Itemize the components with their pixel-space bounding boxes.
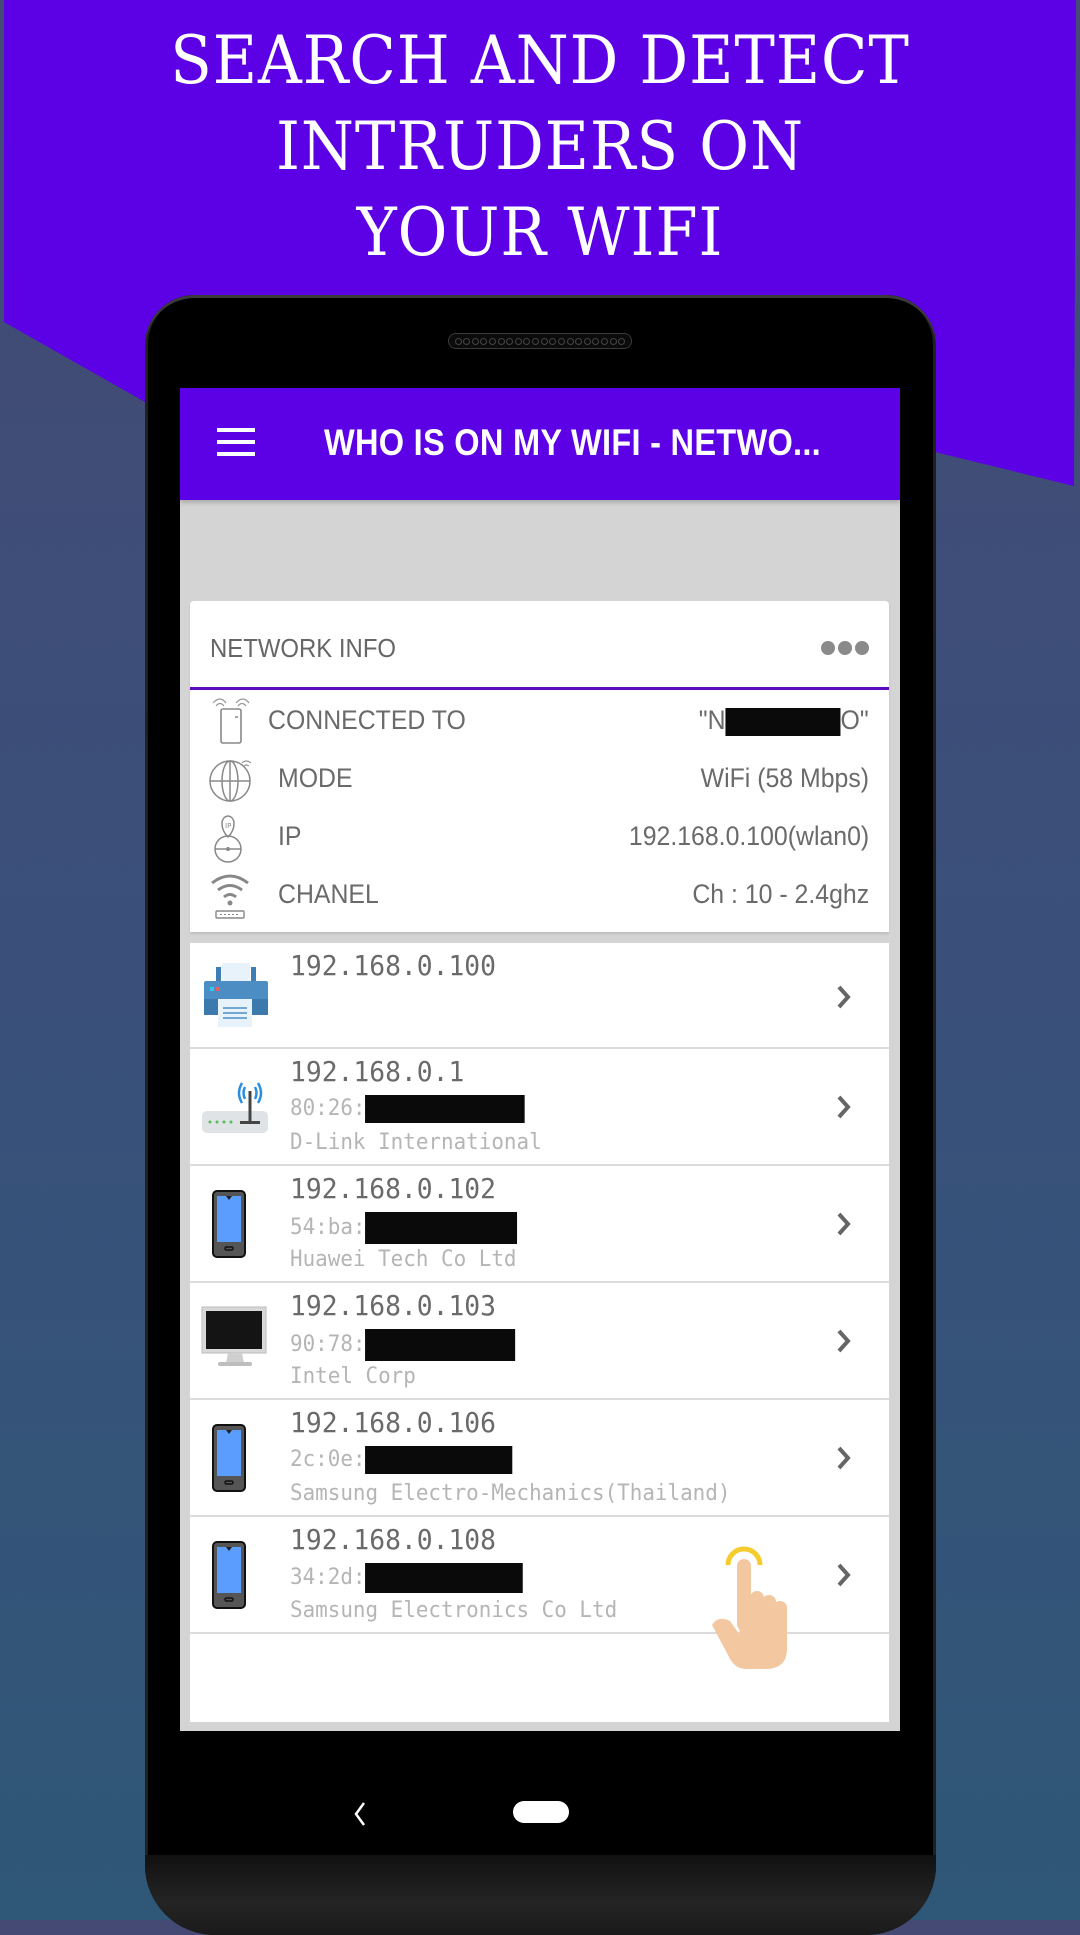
ssid-suffix: O" — [840, 705, 869, 735]
mac-prefix: 54:ba: — [290, 1215, 366, 1240]
info-row-ip: IP IP 192.168.0.100(wlan0) — [190, 809, 889, 865]
device-mac: 54:ba: — [290, 1212, 518, 1244]
device-row[interactable]: 192.168.0.100 — [190, 943, 889, 1049]
device-vendor: Samsung Electronics Co Ltd — [290, 1598, 618, 1623]
network-info-card: NETWORK INFO CONNECTED TO "N O" MODE WiF… — [190, 601, 889, 932]
wifi-router-icon — [211, 874, 249, 919]
more-horizontal-icon[interactable] — [821, 641, 871, 657]
device-mac: 90:78: — [290, 1329, 516, 1361]
card-divider — [190, 687, 889, 690]
redacted-block — [365, 1329, 516, 1361]
phone-mockup: WHO IS ON MY WIFI - NETWO... NETWORK INF… — [145, 295, 936, 1935]
info-value: WiFi (58 Mbps) — [700, 763, 869, 793]
smartphone-icon — [212, 1541, 246, 1609]
info-row-connected-to: CONNECTED TO "N O" — [190, 693, 889, 749]
redacted-block — [365, 1446, 513, 1474]
device-ip: 192.168.0.108 — [290, 1523, 497, 1556]
promo-line-1: SEARCH AND DETECT — [170, 22, 910, 99]
back-icon[interactable] — [350, 1799, 370, 1829]
device-ip: 192.168.0.102 — [290, 1172, 497, 1205]
home-pill-icon[interactable] — [513, 1801, 569, 1823]
network-info-title: NETWORK INFO — [210, 633, 397, 663]
router-icon — [212, 698, 250, 744]
promo-line-2: INTRUDERS ON — [275, 108, 805, 185]
device-row[interactable]: 192.168.0.103 90:78: Intel Corp — [190, 1283, 889, 1400]
mac-prefix: 80:26: — [290, 1096, 366, 1121]
device-ip: 192.168.0.100 — [290, 949, 497, 982]
ip-location-icon: IP — [214, 815, 242, 863]
device-vendor: Samsung Electro-Mechanics(Thailand) — [290, 1481, 731, 1506]
redacted-block — [365, 1563, 524, 1593]
device-row[interactable]: 192.168.0.102 54:ba: Huawei Tech Co Ltd — [190, 1166, 889, 1283]
redacted-block — [725, 707, 841, 736]
redacted-block — [365, 1212, 518, 1244]
monitor-icon — [201, 1306, 267, 1366]
phone-chin — [145, 1855, 936, 1935]
chevron-right-icon — [837, 1095, 851, 1119]
device-ip: 192.168.0.103 — [290, 1289, 497, 1322]
info-value: 192.168.0.100(wlan0) — [628, 821, 869, 851]
app-title: WHO IS ON MY WIFI - NETWO... — [324, 422, 821, 463]
wireless-router-icon — [202, 1082, 268, 1133]
info-value-ssid: "N O" — [699, 703, 869, 737]
chevron-right-icon — [837, 1329, 851, 1353]
ssid-prefix: "N — [699, 705, 726, 735]
chevron-right-icon — [837, 1446, 851, 1470]
printer-icon — [204, 963, 268, 1027]
device-vendor: Intel Corp — [290, 1364, 416, 1389]
chevron-right-icon — [837, 1212, 851, 1236]
promo-line-3: YOUR WIFI — [356, 194, 724, 271]
chevron-right-icon — [837, 985, 851, 1009]
hamburger-menu-icon[interactable] — [217, 428, 257, 456]
device-list: 192.168.0.100 192.168.0.1 80:26: D-Link … — [190, 943, 889, 1722]
promo-headline: SEARCH AND DETECT INTRUDERS ON YOUR WIFI — [43, 18, 1037, 276]
info-label: CONNECTED TO — [268, 705, 466, 735]
mac-prefix: 2c:0e: — [290, 1447, 366, 1472]
device-mac: 34:2d: — [290, 1563, 524, 1593]
info-value: Ch : 10 - 2.4ghz — [692, 879, 869, 909]
device-row[interactable]: 192.168.0.106 2c:0e: Samsung Electro-Mec… — [190, 1400, 889, 1517]
svg-text:IP: IP — [225, 822, 231, 830]
mac-prefix: 90:78: — [290, 1332, 366, 1357]
info-label: CHANEL — [278, 879, 379, 909]
device-vendor: D-Link International — [290, 1130, 542, 1155]
device-row[interactable]: 192.168.0.1 80:26: D-Link International — [190, 1049, 889, 1166]
info-row-channel: CHANEL Ch : 10 - 2.4ghz — [190, 867, 889, 923]
device-mac: 2c:0e: — [290, 1446, 513, 1474]
device-vendor: Huawei Tech Co Ltd — [290, 1247, 517, 1272]
smartphone-icon — [212, 1424, 246, 1492]
chevron-right-icon — [837, 1563, 851, 1587]
mac-prefix: 34:2d: — [290, 1565, 366, 1590]
phone-speaker — [448, 333, 632, 349]
redacted-block — [365, 1095, 526, 1123]
app-bar: WHO IS ON MY WIFI - NETWO... — [180, 388, 900, 500]
info-label: MODE — [278, 763, 353, 793]
globe-icon — [209, 760, 252, 802]
system-nav-bar — [145, 1731, 936, 1851]
info-label: IP — [278, 821, 302, 851]
app-screen: WHO IS ON MY WIFI - NETWO... NETWORK INF… — [180, 388, 900, 1731]
info-row-mode: MODE WiFi (58 Mbps) — [190, 751, 889, 807]
device-ip: 192.168.0.106 — [290, 1406, 497, 1439]
smartphone-icon — [212, 1190, 246, 1258]
device-mac: 80:26: — [290, 1095, 526, 1123]
device-ip: 192.168.0.1 — [290, 1055, 465, 1088]
device-row[interactable]: 192.168.0.108 34:2d: Samsung Electronics… — [190, 1517, 889, 1634]
